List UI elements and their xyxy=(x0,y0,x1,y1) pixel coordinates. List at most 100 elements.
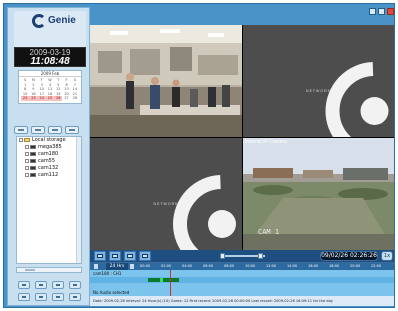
ptz-button-4[interactable] xyxy=(69,281,81,289)
brand-name: Genie xyxy=(48,15,76,26)
timeline-hour-label: 02:00 xyxy=(161,264,172,268)
tree-item[interactable]: mega385 xyxy=(17,144,81,151)
monitor-icon xyxy=(35,129,41,131)
timeline-hour-label: 14:00 xyxy=(287,264,298,268)
close-button[interactable] xyxy=(387,8,394,15)
expand-icon[interactable] xyxy=(25,144,29,149)
record-icon xyxy=(52,129,58,131)
storage-tree[interactable]: Local storage mega385 cam180 cam55 cam132 ca… xyxy=(16,136,82,264)
calendar-day[interactable]: 22 xyxy=(21,96,30,101)
timeline-lane[interactable] xyxy=(90,277,394,283)
layout-quad-icon xyxy=(112,254,118,258)
calendar-day[interactable]: 25 xyxy=(45,96,55,101)
office-scene-image xyxy=(90,25,242,137)
tree-horizontal-scrollbar[interactable] xyxy=(16,267,82,273)
nvr-client-window: Genie 2009-03-19 11:08:48 2009 Feb SMTWT… xyxy=(3,3,395,308)
timeline-next-button[interactable] xyxy=(130,264,134,269)
network-logo-icon xyxy=(325,62,394,137)
timeline-track[interactable]: cam180 : CH1 No Audio selected xyxy=(90,270,394,296)
expand-icon[interactable] xyxy=(25,172,29,177)
tree-item[interactable]: cam180 xyxy=(17,151,81,158)
timeline-mode-select[interactable]: 24 Hrs xyxy=(106,263,128,270)
tree-item-label: mega385 xyxy=(38,144,62,150)
tree-item[interactable]: cam132 xyxy=(17,165,81,172)
ptz-button-1[interactable] xyxy=(18,281,30,289)
timeline-hour-label: 06:00 xyxy=(203,264,214,268)
tool-button-2[interactable] xyxy=(31,126,45,134)
expand-icon[interactable] xyxy=(25,151,29,156)
tree-root-label: Local storage xyxy=(32,137,66,143)
zoom-in-icon xyxy=(39,296,43,298)
video-tile-2[interactable]: NETWORK xyxy=(243,25,394,137)
collapse-icon[interactable] xyxy=(19,137,23,142)
video-grid: NETWORK NETWORK Internal IP Camera CAM 1 xyxy=(90,25,394,250)
left-panel: Genie 2009-03-19 11:08:48 2009 Feb SMTWT… xyxy=(7,7,90,306)
watermark-text: NETWORK xyxy=(306,89,331,93)
tool-button-3[interactable] xyxy=(48,126,62,134)
tree-item-label: cam132 xyxy=(38,165,59,171)
tool-button-4[interactable] xyxy=(65,126,79,134)
zoom-out-icon xyxy=(22,296,26,298)
camera-device-icon xyxy=(30,158,36,163)
layout-nine-icon xyxy=(127,254,133,258)
calendar-grid[interactable]: S M T W T F S 1 2 3 4 5 6 7 8 9 10 11 12 13 14 15 16 17 18 19 20 21… xyxy=(19,77,81,102)
timeline-hour-label: 12:00 xyxy=(266,264,277,268)
layout-2x2-button[interactable] xyxy=(109,251,121,261)
layout-3x3-button[interactable] xyxy=(124,251,136,261)
expand-icon[interactable] xyxy=(25,158,29,163)
video-tile-1[interactable] xyxy=(90,25,242,137)
timeline-hour-label: 08:00 xyxy=(224,264,235,268)
ptz-button-6[interactable] xyxy=(35,293,47,301)
minimize-button[interactable] xyxy=(369,8,376,15)
ptz-button-8[interactable] xyxy=(69,293,81,301)
calendar-day[interactable]: 23 xyxy=(29,96,38,101)
layout-4x4-button[interactable] xyxy=(139,251,151,261)
genie-swirl-icon xyxy=(32,14,46,28)
timeline-cursor[interactable] xyxy=(170,270,171,296)
layout-single-icon xyxy=(97,254,103,258)
calendar-day[interactable]: 26 xyxy=(54,96,63,101)
scroll-thumb[interactable] xyxy=(25,269,35,271)
ptz-button-7[interactable] xyxy=(52,293,64,301)
video-tile-4[interactable]: Internal IP Camera CAM 1 xyxy=(243,138,394,250)
ptz-button-2[interactable] xyxy=(35,281,47,289)
playback-range-slider[interactable] xyxy=(220,253,265,259)
tree-root[interactable]: Local storage xyxy=(17,137,81,144)
folder-icon xyxy=(24,137,30,142)
ptz-button-5[interactable] xyxy=(18,293,30,301)
tool-button-1[interactable] xyxy=(14,126,28,134)
focus-far-icon xyxy=(73,296,77,298)
camera-device-icon xyxy=(30,144,36,149)
maximize-button[interactable] xyxy=(378,8,385,15)
clock-time: 11:08:48 xyxy=(30,56,70,67)
slider-end-handle[interactable] xyxy=(258,253,263,259)
timeline-footer: Date: 2009-02-26 Interval: 24 Hour(s) (1… xyxy=(90,296,394,306)
calendar-day[interactable]: 24 xyxy=(37,96,46,101)
tree-item[interactable]: cam55 xyxy=(17,158,81,165)
ptz-up-icon xyxy=(39,284,43,286)
timeline-hour-label: 10:00 xyxy=(245,264,256,268)
camera-name-overlay: Internal IP Camera xyxy=(245,139,287,145)
video-tile-3[interactable]: NETWORK xyxy=(90,138,242,250)
timeline-prev-button[interactable] xyxy=(94,264,98,269)
calendar-day[interactable]: 28 xyxy=(71,96,79,101)
calendar[interactable]: 2009 Feb S M T W T F S 1 2 3 4 5 6 7 8 9 10 11 12 13 14 15 16 1… xyxy=(18,70,82,104)
ptz-right-icon xyxy=(73,284,77,286)
tree-item[interactable]: cam112 xyxy=(17,172,81,179)
timeline-hour-label: 18:00 xyxy=(329,264,340,268)
layout-sixteen-icon xyxy=(142,254,148,258)
timeline-hour-label: 16:00 xyxy=(308,264,319,268)
tree-vertical-scrollbar[interactable] xyxy=(76,137,81,263)
calendar-day[interactable]: 27 xyxy=(62,96,70,101)
expand-icon[interactable] xyxy=(25,165,29,170)
network-logo-icon xyxy=(173,175,242,250)
recording-segment[interactable] xyxy=(148,278,179,282)
slider-start-handle[interactable] xyxy=(220,253,225,259)
playback-controls: 09/02/26 02:26:26 1x xyxy=(90,250,394,262)
speed-button[interactable]: 1x xyxy=(381,251,393,261)
layout-1x1-button[interactable] xyxy=(94,251,106,261)
timeline-hour-label: 22:00 xyxy=(371,264,382,268)
recording-highlight xyxy=(160,278,163,282)
timeline-header: 24 Hrs 00:00 02:00 04:00 06:00 08:00 10:00 12:… xyxy=(90,263,394,270)
ptz-button-3[interactable] xyxy=(52,281,64,289)
